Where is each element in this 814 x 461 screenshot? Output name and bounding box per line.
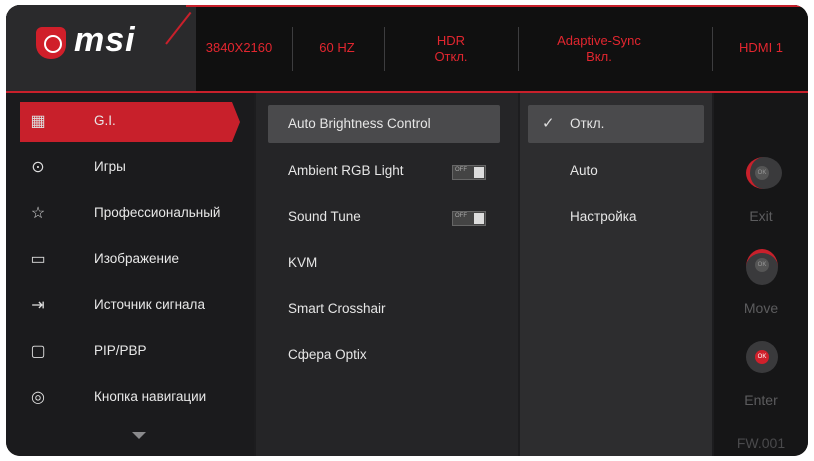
menu-item-pip-pbp[interactable]: ▢ PIP/PBP [6, 332, 254, 372]
input-source-readout: HDMI 1 [738, 40, 784, 55]
menu-item-gi[interactable]: ▦ G.I. [6, 102, 254, 142]
active-highlight [20, 102, 240, 142]
refresh-rate-readout: 60 HZ [319, 40, 355, 55]
adaptive-sync-status: Adaptive-Sync Вкл. [534, 33, 664, 65]
submenu-label: Sound Tune [288, 209, 361, 224]
msi-shield-icon [36, 27, 66, 59]
enter-joystick-icon: OK [738, 333, 786, 381]
menu-item-input-source[interactable]: ⇥ Источник сигнала [6, 286, 254, 326]
toggle-state: OFF [455, 213, 467, 219]
menu-label: Кнопка навигации [94, 389, 207, 404]
header-accent-line [186, 5, 808, 7]
sync-value: Вкл. [586, 49, 612, 64]
submenu-item-auto-brightness[interactable]: Auto Brightness Control [268, 105, 500, 143]
brand-logo: msi [74, 21, 136, 59]
menu-item-games[interactable]: ⊙ Игры [6, 148, 254, 188]
menu-label: PIP/PBP [94, 343, 147, 358]
submenu-item-optix-scope[interactable]: Сфера Optix [268, 336, 500, 374]
menu-label: Игры [94, 159, 126, 174]
move-label: Move [743, 300, 779, 316]
submenu-label: KVM [288, 255, 318, 270]
menu-label: Профессиональный [94, 205, 221, 220]
submenu-label: Сфера Optix [288, 347, 367, 362]
menu-label: Изображение [94, 251, 180, 266]
menu-item-professional[interactable]: ☆ Профессиональный [6, 194, 254, 234]
option-off[interactable]: ✓ Откл. [528, 105, 704, 143]
option-label: Auto [570, 163, 598, 178]
sound-tune-toggle[interactable]: OFF [452, 211, 486, 226]
gi-icon: ▦ [30, 113, 46, 130]
resolution-readout: 3840X2160 [205, 40, 273, 55]
submenu-item-smart-crosshair[interactable]: Smart Crosshair [268, 290, 500, 328]
submenu-label: Ambient RGB Light [288, 163, 404, 178]
hdr-title: HDR [436, 33, 466, 48]
osd-panel: msi 3840X2160 60 HZ HDR Откл. Adaptive-S… [6, 5, 808, 456]
move-joystick-icon: OK [738, 241, 786, 289]
exit-label: Exit [749, 208, 773, 224]
menu-label: Источник сигнала [94, 297, 205, 312]
header-divider [518, 27, 519, 71]
toggle-knob [474, 167, 484, 178]
sync-title: Adaptive-Sync [557, 33, 641, 48]
option-auto[interactable]: Auto [528, 152, 704, 190]
submenu-item-ambient-rgb[interactable]: Ambient RGB Light OFF [268, 152, 500, 190]
header-divider [292, 27, 293, 71]
menu-label: G.I. [94, 113, 116, 128]
option-label: Настройка [570, 209, 637, 224]
options-panel: ✓ Откл. Auto Настройка [520, 93, 712, 456]
menu-item-image[interactable]: ▭ Изображение [6, 240, 254, 280]
exit-joystick-icon: OK [738, 149, 786, 197]
pip-icon: ▢ [30, 343, 46, 360]
ok-button-icon: OK [755, 166, 769, 180]
ok-button-icon: OK [755, 350, 769, 364]
option-custom[interactable]: Настройка [528, 198, 704, 236]
hdr-status: HDR Откл. [396, 33, 506, 65]
firmware-version: FW.001 [736, 435, 786, 451]
ok-button-icon: OK [755, 258, 769, 272]
ambient-rgb-toggle[interactable]: OFF [452, 165, 486, 180]
osd-header: msi 3840X2160 60 HZ HDR Откл. Adaptive-S… [6, 5, 808, 93]
submenu-panel: Auto Brightness Control Ambient RGB Ligh… [256, 93, 518, 456]
submenu-label: Smart Crosshair [288, 301, 386, 316]
nav-key-icon: ◎ [31, 389, 45, 406]
option-label: Откл. [570, 116, 605, 131]
scroll-down-icon[interactable] [132, 432, 146, 439]
logo-area: msi [6, 5, 196, 91]
header-divider [384, 27, 385, 71]
hdr-value: Откл. [434, 49, 468, 64]
enter-label: Enter [744, 392, 778, 408]
submenu-item-sound-tune[interactable]: Sound Tune OFF [268, 198, 500, 236]
input-source-icon: ⇥ [31, 297, 45, 314]
navigation-hints: OK Exit OK Move OK Enter FW.001 [714, 93, 808, 456]
toggle-state: OFF [455, 167, 467, 173]
gamepad-icon: ⊙ [31, 159, 45, 176]
image-icon: ▭ [30, 251, 46, 268]
check-icon: ✓ [542, 115, 555, 132]
header-divider [712, 27, 713, 71]
toggle-knob [474, 213, 484, 224]
star-icon: ☆ [30, 205, 46, 222]
submenu-label: Auto Brightness Control [288, 116, 431, 131]
submenu-item-kvm[interactable]: KVM [268, 244, 500, 282]
menu-item-nav-key[interactable]: ◎ Кнопка навигации [6, 378, 254, 418]
main-menu: ▦ G.I. ⊙ Игры ☆ Профессиональный ▭ Изобр… [6, 93, 254, 456]
